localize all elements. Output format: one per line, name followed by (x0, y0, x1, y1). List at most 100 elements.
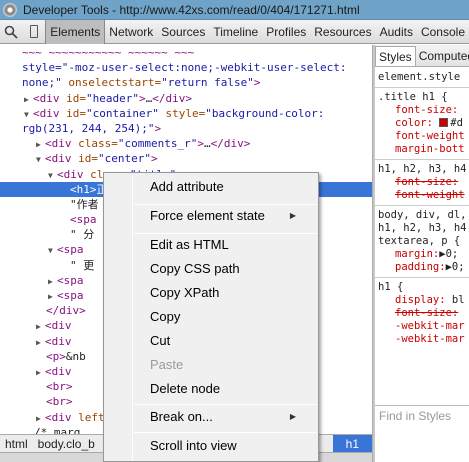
css-property[interactable]: padding:▶0; (375, 261, 469, 274)
dom-token-val: "center" (98, 152, 151, 166)
css-property[interactable]: font-size: (375, 104, 469, 117)
css-property[interactable]: -webkit-mar (375, 320, 469, 333)
submenu-arrow-icon: ▶ (289, 412, 296, 421)
dom-node-line[interactable]: ▼ <div id="center"> (0, 151, 372, 166)
dom-token-tag: <spa (57, 243, 84, 257)
tab-profiles[interactable]: Profiles (262, 20, 310, 44)
submenu-arrow-icon: ▶ (289, 211, 296, 220)
menu-item-copy-xpath[interactable]: Copy XPath (104, 282, 318, 304)
element-style-selector[interactable]: element.style (375, 71, 469, 84)
breadcrumb-html[interactable]: html (0, 435, 33, 453)
breadcrumb-h1[interactable]: h1 (332, 434, 372, 453)
css-property[interactable]: -webkit-mar (375, 333, 469, 346)
tab-computed[interactable]: Computed (416, 46, 469, 66)
dom-token-tag: ~~~ ~~~~~~~~~~~ ~~~~~~ ~~~ (22, 46, 195, 59)
tab-elements[interactable]: Elements (45, 19, 106, 44)
menu-item-edit-as-html[interactable]: Edit as HTML (104, 234, 318, 256)
dom-token-txt: " 更 (70, 258, 95, 272)
tab-resources[interactable]: Resources (310, 20, 375, 44)
menu-item-force-element-state[interactable]: Force element state ▶ (104, 205, 318, 227)
dom-token-txt: "作者 (70, 197, 99, 211)
dom-token-val: style="-moz-user-select:none;-webkit-use… (22, 61, 347, 75)
menu-item-scroll-into-view[interactable]: Scroll into view (104, 435, 318, 457)
menu-item-copy-css-path[interactable]: Copy CSS path (104, 258, 318, 280)
menu-item-add-attribute[interactable]: Add attribute (104, 176, 318, 198)
window-titlebar: Developer Tools - http://www.42xs.com/re… (0, 0, 469, 20)
find-in-styles-input[interactable]: Find in Styles (375, 405, 469, 425)
expand-triangle-open-icon[interactable]: ▼ (36, 152, 45, 167)
rule-selector: .title h1 { (378, 91, 448, 103)
dom-token-val: "return false" (161, 76, 254, 90)
rule-selector: h1, h2, h3, h4 (378, 222, 467, 234)
css-property-overridden[interactable]: font-weight (375, 189, 469, 202)
dom-token-tag: <div (33, 106, 67, 120)
breadcrumb-body[interactable]: body.clo_b (33, 435, 100, 453)
expand-triangle-closed-icon[interactable]: ▶ (36, 319, 45, 334)
dom-token-val: "header" (86, 91, 139, 105)
rule-selector: h1 { (378, 281, 404, 293)
context-menu: Add attribute Force element state ▶ Edit … (103, 172, 319, 462)
dom-token-tag: </div> (152, 91, 192, 105)
dom-token-tag: <spa (57, 289, 84, 302)
dom-token-attr: style= (158, 106, 206, 120)
inspect-search-icon[interactable] (0, 20, 23, 44)
styles-sidebar: Styles Computed element.style .title h1 … (375, 45, 469, 462)
dom-node-line[interactable]: ▶ <div class="comments_r">…</div> (0, 136, 372, 151)
styles-tabs: Styles Computed (375, 45, 469, 67)
css-property-overridden[interactable]: font-size: (375, 176, 469, 189)
dom-token-tag: <div (33, 91, 67, 105)
menu-item-break-on[interactable]: Break on... ▶ (104, 406, 318, 428)
dom-token-attr: class= (78, 137, 118, 151)
dom-node-line[interactable]: ▼ <div id="container" style="background-c… (0, 106, 372, 121)
dom-node-line[interactable]: ~~~ ~~~~~~~~~~~ ~~~~~~ ~~~ (0, 45, 372, 60)
dom-node-line[interactable]: none;" onselectstart="return false"> (0, 75, 372, 90)
color-swatch-icon[interactable] (439, 118, 449, 127)
css-property[interactable]: margin-bott (375, 143, 469, 156)
expand-triangle-closed-icon[interactable]: ▶ (24, 92, 33, 107)
expand-triangle-closed-icon[interactable]: ▶ (48, 274, 57, 289)
tab-timeline[interactable]: Timeline (209, 20, 262, 44)
tab-audits[interactable]: Audits (376, 20, 417, 44)
dom-token-tag: <p> (46, 349, 66, 363)
dom-token-tag: </div> (210, 137, 251, 151)
window-title: Developer Tools - http://www.42xs.com/re… (23, 2, 360, 17)
expand-triangle-open-icon[interactable]: ▼ (24, 107, 33, 122)
dom-token-tag: <div (45, 137, 79, 151)
menu-item-paste: Paste (150, 357, 184, 372)
css-property-overridden[interactable]: font-size: (375, 307, 469, 320)
dom-token-tag: <div (45, 319, 72, 333)
tab-console[interactable]: Console (417, 20, 469, 44)
dom-token-txt: /* marg (34, 425, 81, 434)
dom-token-tag: > (253, 76, 261, 90)
expand-triangle-closed-icon[interactable]: ▶ (36, 335, 45, 350)
dock-toggle-icon[interactable] (23, 20, 46, 44)
expand-triangle-closed-icon[interactable]: ▶ (36, 365, 45, 380)
expand-triangle-closed-icon[interactable]: ▶ (36, 411, 45, 426)
dom-token-tag: </div> (46, 304, 86, 318)
dom-node-line[interactable]: ▶ <div id="header">…</div> (0, 91, 372, 106)
dom-token-val: "container" (86, 106, 159, 120)
expand-triangle-open-icon[interactable]: ▼ (48, 243, 57, 258)
dom-token-txt: " 分 (70, 228, 95, 242)
dom-node-line[interactable]: rgb(231, 244, 254);"> (0, 121, 372, 136)
dom-token-attr: onselectstart= (61, 76, 162, 90)
css-property[interactable]: color: #d (375, 117, 469, 130)
dom-token-attr: id= (66, 106, 86, 120)
css-property[interactable]: font-weight (375, 130, 469, 143)
dom-token-tag: <spa (70, 213, 97, 227)
menu-item-copy[interactable]: Copy (104, 306, 318, 328)
expand-triangle-closed-icon[interactable]: ▶ (36, 137, 45, 152)
dom-token-val: "background-color: (205, 106, 325, 120)
tab-styles[interactable]: Styles (375, 46, 416, 66)
expand-triangle-closed-icon[interactable]: ▶ (48, 289, 57, 304)
expand-triangle-open-icon[interactable]: ▼ (48, 168, 57, 183)
css-property[interactable]: display: bl (375, 294, 469, 307)
tab-network[interactable]: Network (105, 20, 157, 44)
dom-token-tag: <div (57, 167, 91, 181)
menu-item-cut[interactable]: Cut (104, 330, 318, 352)
menu-item-delete-node[interactable]: Delete node (104, 378, 318, 400)
css-property[interactable]: margin:▶0; (375, 248, 469, 261)
tab-sources[interactable]: Sources (157, 20, 209, 44)
dom-node-line[interactable]: style="-moz-user-select:none;-webkit-use… (0, 60, 372, 75)
dom-token-attr: id= (78, 152, 98, 166)
